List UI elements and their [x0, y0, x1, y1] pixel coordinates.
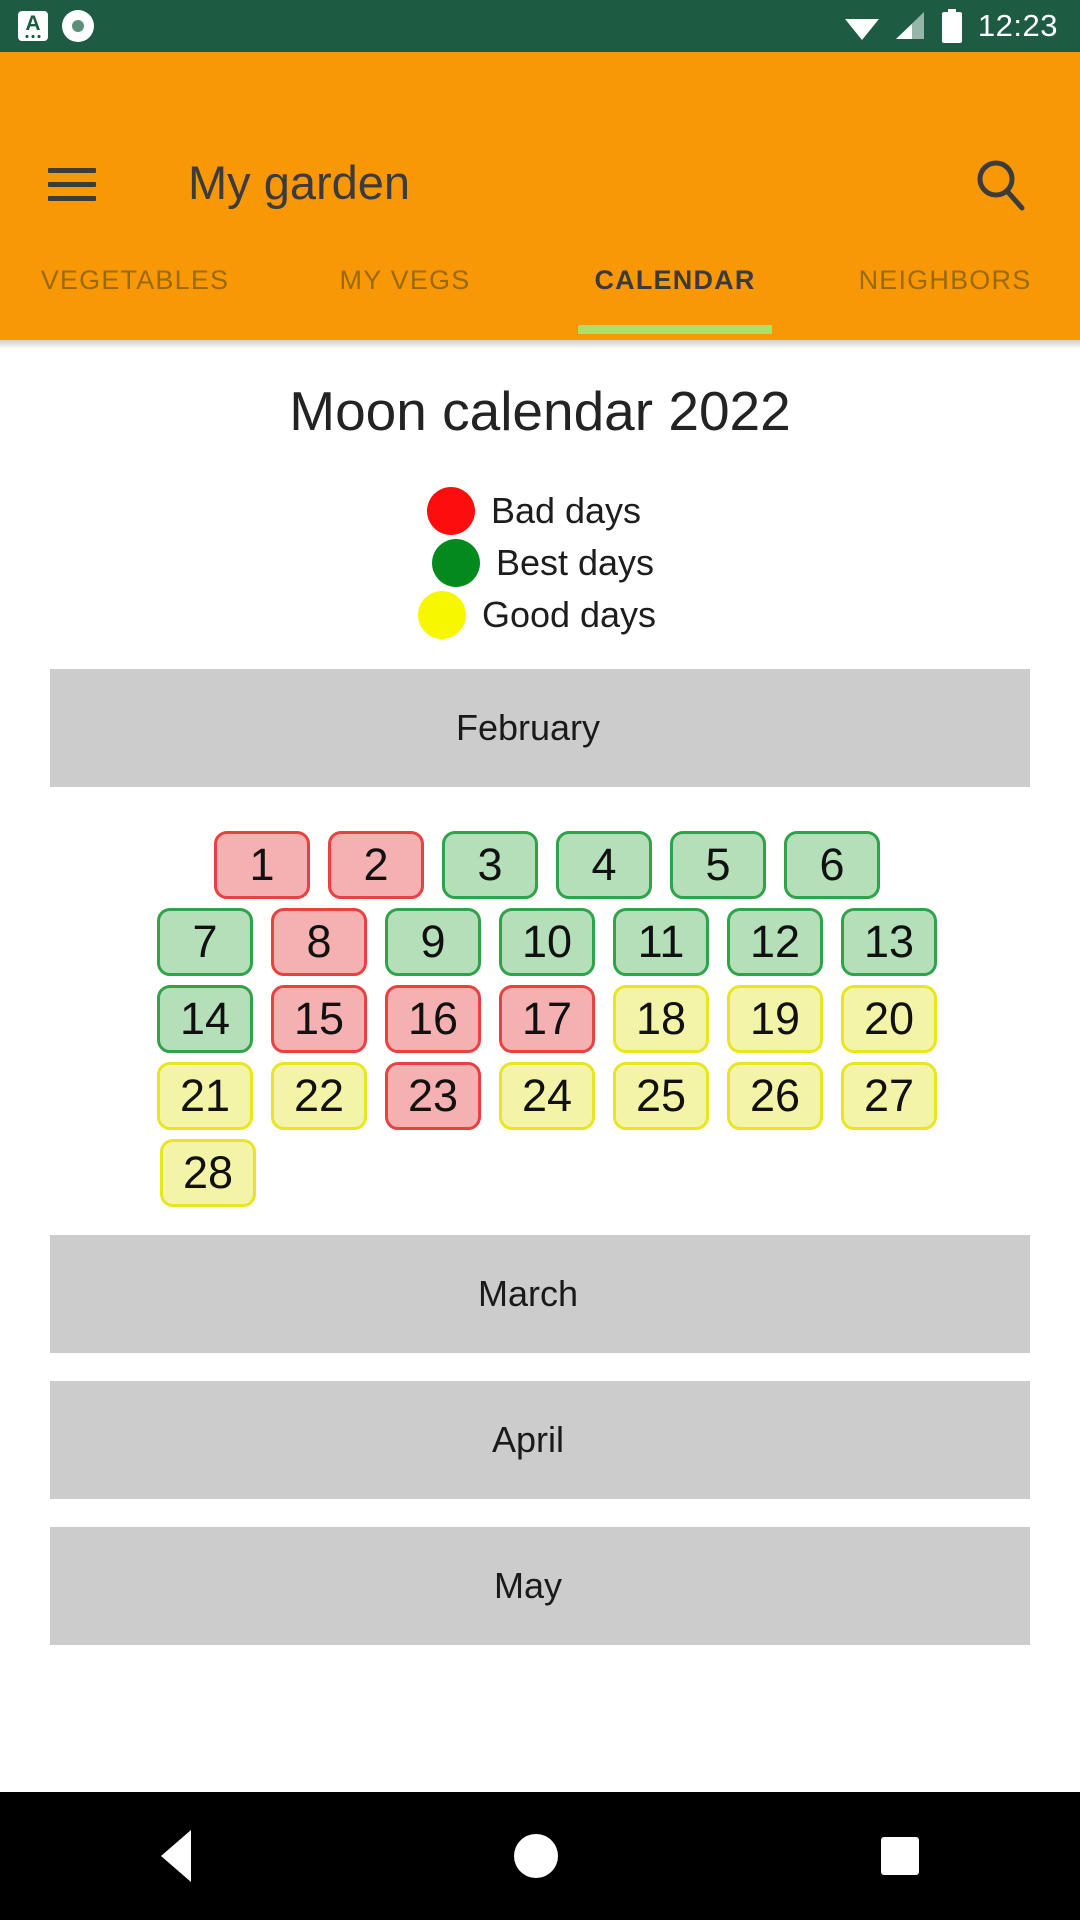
legend-label: Good days: [481, 594, 657, 635]
legend-label: Best days: [495, 542, 655, 583]
month-header-april[interactable]: April: [50, 1381, 1030, 1499]
tab-my-vegs[interactable]: MY VEGS: [270, 232, 540, 340]
day-chip-18[interactable]: 18: [613, 985, 709, 1053]
month-label: May: [493, 1565, 562, 1606]
day-chip-5[interactable]: 5: [670, 831, 766, 899]
tab-label: NEIGHBORS: [858, 265, 1032, 295]
day-chip-20[interactable]: 20: [841, 985, 937, 1053]
day-chip-13[interactable]: 13: [841, 908, 937, 976]
day-row: 7 8 9 10 11 12 13: [14, 908, 1080, 976]
day-chip-10[interactable]: 10: [499, 908, 595, 976]
legend-label: Bad days: [490, 490, 642, 531]
calendar-heading: Moon calendar 2022: [289, 380, 791, 442]
cellular-signal-icon: [895, 12, 924, 39]
tab-indicator: [577, 325, 773, 334]
day-row: 21 22 23 24 25 26 27: [14, 1062, 1080, 1130]
day-chip-6[interactable]: 6: [784, 831, 880, 899]
tab-calendar[interactable]: CALENDAR: [540, 232, 810, 340]
day-chip-17[interactable]: 17: [499, 985, 595, 1053]
best-days-color-dot: [431, 539, 480, 587]
page-title: My garden: [188, 156, 411, 209]
day-chip-27[interactable]: 27: [841, 1062, 937, 1130]
day-chip-15[interactable]: 15: [271, 985, 367, 1053]
day-chip-2[interactable]: 2: [328, 831, 424, 899]
status-bar-clock: 12:23: [977, 8, 1058, 43]
month-label: March: [477, 1273, 579, 1314]
day-chip-22[interactable]: 22: [271, 1062, 367, 1130]
good-days-color-dot: [417, 591, 466, 639]
status-bar-right-icons: 12:23: [844, 8, 1080, 44]
day-chip-14[interactable]: 14: [157, 985, 253, 1053]
tab-vegetables[interactable]: VEGETABLES: [0, 232, 270, 340]
day-chip-9[interactable]: 9: [385, 908, 481, 976]
system-navigation-bar: [0, 1792, 1080, 1920]
day-chip-28[interactable]: 28: [160, 1139, 256, 1207]
tab-bar: VEGETABLES MY VEGS CALENDAR NEIGHBORS: [0, 232, 1080, 340]
tab-neighbors[interactable]: NEIGHBORS: [810, 232, 1080, 340]
recents-square-icon[interactable]: [880, 1837, 919, 1875]
app-bar: My garden: [0, 52, 1080, 232]
record-circle-icon: [62, 10, 94, 42]
month-header-march[interactable]: March: [50, 1235, 1030, 1353]
day-chip-23[interactable]: 23: [385, 1062, 481, 1130]
day-row: 123456: [14, 831, 1080, 899]
day-chip-24[interactable]: 24: [499, 1062, 595, 1130]
legend-item-good: Good days: [417, 589, 657, 641]
status-bar-left-icons: A: [0, 10, 94, 42]
day-chip-1[interactable]: 1: [214, 831, 310, 899]
bad-days-color-dot: [426, 487, 475, 535]
legend: Bad days Best days Good days: [0, 485, 1080, 641]
tab-label: CALENDAR: [594, 265, 756, 295]
day-chip-8[interactable]: 8: [271, 908, 367, 976]
day-chip-12[interactable]: 12: [727, 908, 823, 976]
day-row: 28: [14, 1139, 1080, 1207]
battery-icon: [941, 9, 962, 43]
day-chip-4[interactable]: 4: [556, 831, 652, 899]
wifi-icon: [844, 19, 879, 40]
day-chip-3[interactable]: 3: [442, 831, 538, 899]
month-header-may[interactable]: May: [50, 1527, 1030, 1645]
day-chip-26[interactable]: 26: [727, 1062, 823, 1130]
app-bar-shadow: [0, 340, 1080, 349]
day-chip-7[interactable]: 7: [157, 908, 253, 976]
home-circle-icon[interactable]: [513, 1834, 558, 1878]
tab-label: MY VEGS: [339, 265, 471, 295]
day-chip-25[interactable]: 25: [613, 1062, 709, 1130]
day-chip-16[interactable]: 16: [385, 985, 481, 1053]
legend-item-best: Best days: [431, 537, 655, 589]
day-chip-11[interactable]: 11: [613, 908, 709, 976]
month-label: February: [455, 707, 601, 748]
month-day-grid-february: 1 2 3 4 5 6 7 8 9 10 11 12 13 14 15 16 17 18 19 20 21 22 23 24 2…: [0, 831, 1080, 1207]
search-icon[interactable]: [972, 156, 1028, 212]
legend-item-bad: Bad days: [426, 485, 642, 537]
calendar-content: Moon calendar 2022 Bad days Best days Go…: [0, 349, 1080, 1792]
month-header-february[interactable]: February: [50, 669, 1030, 787]
day-chip-19[interactable]: 19: [727, 985, 823, 1053]
day-row: 14 15 16 17 18 19 20: [14, 985, 1080, 1053]
back-triangle-icon[interactable]: [161, 1830, 192, 1882]
day-chip-21[interactable]: 21: [157, 1062, 253, 1130]
keyboard-language-icon: A: [18, 11, 48, 41]
month-label: April: [491, 1419, 565, 1460]
tab-label: VEGETABLES: [40, 265, 230, 295]
status-bar: A 12:23: [0, 0, 1080, 52]
hamburger-menu-icon[interactable]: [48, 168, 96, 202]
app-screen: A 12:23 My garden VEGETABLES MY VEGS CAL…: [0, 0, 1080, 1920]
